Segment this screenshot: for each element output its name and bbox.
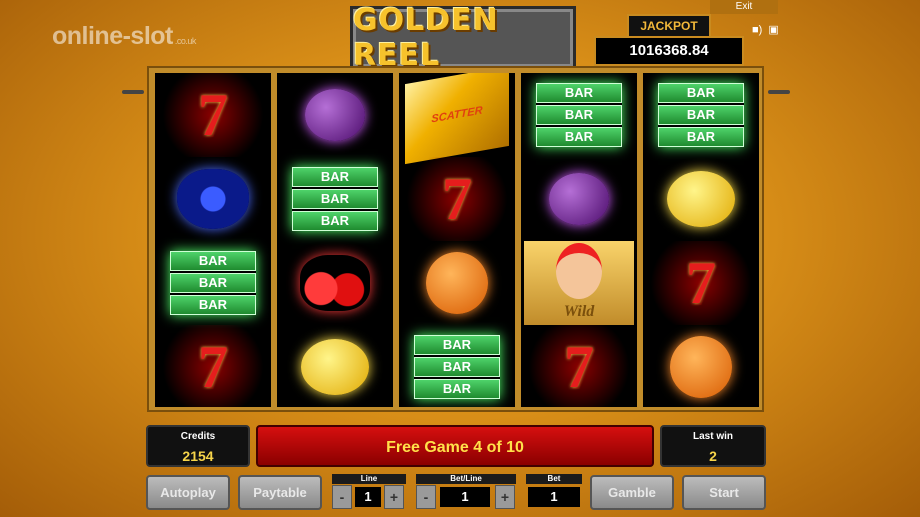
grapes-icon xyxy=(177,169,249,229)
bar-text: BAR xyxy=(414,379,500,399)
jester-wild-icon: Wild xyxy=(524,241,634,325)
line-value: 1 xyxy=(355,487,381,507)
reel-1-symbol-4: 7 xyxy=(155,325,271,407)
bar-text: BAR xyxy=(292,189,378,209)
status-message: Free Game 4 of 10 xyxy=(256,425,654,467)
paytable-button[interactable]: Paytable xyxy=(238,475,322,510)
top-icons: ■) ▣ xyxy=(752,25,779,36)
bar-icon: BAR BAR BAR xyxy=(170,251,256,315)
bar-text: BAR xyxy=(658,83,744,103)
autoplay-button[interactable]: Autoplay xyxy=(146,475,230,510)
bet-line-label: Bet/Line xyxy=(416,474,516,484)
plum-icon xyxy=(549,173,609,225)
bar-text: BAR xyxy=(414,357,500,377)
seven-icon: 7 xyxy=(155,325,271,407)
gamble-button[interactable]: Gamble xyxy=(590,475,674,510)
watermark: online-slot .co.uk xyxy=(52,22,196,51)
reel-1: 7 BAR BAR BAR 7 xyxy=(155,73,271,407)
payline-marker-right xyxy=(768,90,790,94)
reel-2-symbol-1 xyxy=(277,73,393,157)
bar-text: BAR xyxy=(292,211,378,231)
last-win-value: 2 xyxy=(709,448,717,464)
reel-3-symbol-4: BAR BAR BAR xyxy=(399,325,515,407)
credits-label: Credits xyxy=(180,431,216,442)
game-logo: GOLDEN REEL xyxy=(350,3,576,73)
reel-3-symbol-1: SCATTER xyxy=(399,73,515,165)
bar-text: BAR xyxy=(536,127,622,147)
orange-icon xyxy=(426,252,488,314)
reel-5-symbol-4 xyxy=(643,325,759,407)
reel-5-symbol-3: 7 xyxy=(643,241,759,325)
reel-3: SCATTER 7 BAR BAR BAR xyxy=(399,73,515,407)
reel-4-symbol-2 xyxy=(521,157,637,241)
sound-icon[interactable]: ■) xyxy=(752,25,762,36)
line-minus-button[interactable]: - xyxy=(332,485,352,509)
reel-1-symbol-3: BAR BAR BAR xyxy=(155,241,271,325)
exit-button[interactable]: Exit xyxy=(710,0,778,14)
reel-1-symbol-2 xyxy=(155,157,271,241)
line-plus-button[interactable]: + xyxy=(384,485,404,509)
reel-1-symbol-1: 7 xyxy=(155,73,271,157)
seven-icon: 7 xyxy=(643,241,759,325)
jackpot-value: 1016368.84 xyxy=(594,36,744,66)
bar-text: BAR xyxy=(536,83,622,103)
reel-4-symbol-3: Wild xyxy=(521,241,637,325)
orange-icon xyxy=(670,336,732,398)
watermark-suffix: .co.uk xyxy=(174,36,197,46)
bet-label: Bet xyxy=(526,474,582,484)
reel-5-symbol-2 xyxy=(643,157,759,241)
line-label: Line xyxy=(332,474,406,484)
reel-3-symbol-3 xyxy=(399,241,515,325)
credits-value: 2154 xyxy=(182,448,214,464)
bar-icon: BAR BAR BAR xyxy=(536,83,622,147)
bar-text: BAR xyxy=(414,335,500,355)
bar-text: BAR xyxy=(658,127,744,147)
reel-5: BAR BAR BAR 7 xyxy=(643,73,759,407)
bar-text: BAR xyxy=(536,105,622,125)
payline-marker-left xyxy=(122,90,144,94)
reel-3-symbol-2: 7 xyxy=(399,157,515,241)
lemon-icon xyxy=(667,171,735,227)
bar-text: BAR xyxy=(658,105,744,125)
fullscreen-icon[interactable]: ▣ xyxy=(768,25,778,36)
reel-2: BAR BAR BAR xyxy=(277,73,393,407)
bet-line-plus-button[interactable]: + xyxy=(495,485,515,509)
bet-line-minus-button[interactable]: - xyxy=(416,485,436,509)
wild-text: Wild xyxy=(563,303,595,320)
cherry-icon xyxy=(300,255,370,311)
reel-2-symbol-3 xyxy=(277,241,393,325)
lemon-icon xyxy=(301,339,369,395)
seven-icon: 7 xyxy=(155,73,271,157)
jester-face-icon xyxy=(556,243,602,299)
gold-bar-scatter-icon: SCATTER xyxy=(405,73,509,165)
bar-text: BAR xyxy=(292,167,378,187)
bar-text: BAR xyxy=(170,273,256,293)
reel-4-symbol-1: BAR BAR BAR xyxy=(521,73,637,157)
bet-line-value: 1 xyxy=(440,487,490,507)
last-win-label: Last win xyxy=(692,431,733,442)
reel-frame: 7 BAR BAR BAR 7 BAR BAR BAR SCATTER 7 BAR BAR BAR … xyxy=(147,66,764,412)
bar-icon: BAR BAR BAR xyxy=(658,83,744,147)
bet-value: 1 xyxy=(528,487,580,507)
bar-text: BAR xyxy=(170,295,256,315)
start-button[interactable]: Start xyxy=(682,475,766,510)
seven-icon: 7 xyxy=(399,157,515,241)
reel-2-symbol-2: BAR BAR BAR xyxy=(277,157,393,241)
credits-panel: Credits 2154 xyxy=(146,425,250,467)
plum-icon xyxy=(305,89,365,141)
reel-4-symbol-4: 7 xyxy=(521,325,637,407)
bar-icon: BAR BAR BAR xyxy=(292,167,378,231)
jackpot-label: JACKPOT xyxy=(627,14,711,38)
bar-icon: BAR BAR BAR xyxy=(414,335,500,399)
reel-2-symbol-4 xyxy=(277,325,393,407)
reel-5-symbol-1: BAR BAR BAR xyxy=(643,73,759,157)
watermark-brand: online-slot xyxy=(52,22,173,50)
last-win-panel: Last win 2 xyxy=(660,425,766,467)
seven-icon: 7 xyxy=(521,325,637,407)
bar-text: BAR xyxy=(170,251,256,271)
reel-4: BAR BAR BAR Wild 7 xyxy=(521,73,637,407)
game-title: GOLDEN REEL xyxy=(353,3,499,73)
